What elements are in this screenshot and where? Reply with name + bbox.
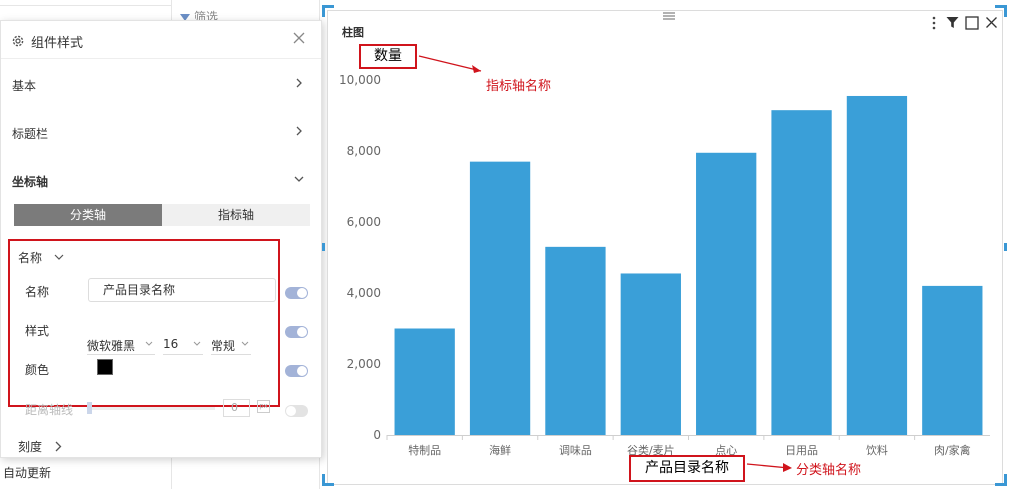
category-axis-name-box: 产品目录名称 bbox=[629, 455, 745, 482]
close-icon[interactable] bbox=[985, 16, 998, 29]
distance-slider-track[interactable] bbox=[88, 407, 215, 410]
distance-label: 距离轴线 bbox=[25, 403, 74, 417]
y-tick-label: 2,000 bbox=[347, 357, 381, 371]
bar[interactable] bbox=[469, 161, 531, 435]
resize-corner-bottom-right[interactable] bbox=[995, 474, 1007, 486]
distance-unit: px bbox=[257, 400, 270, 413]
name-toggle[interactable] bbox=[285, 287, 308, 299]
y-tick-label: 10,000 bbox=[339, 73, 381, 87]
resize-corner-bottom-left[interactable] bbox=[322, 474, 334, 486]
section-title-bar[interactable]: 标题栏 bbox=[1, 121, 321, 145]
panel-header: 组件样式 bbox=[1, 21, 321, 59]
chevron-right-icon bbox=[296, 78, 302, 88]
bar[interactable] bbox=[620, 273, 681, 435]
y-axis: 0 2,000 4,000 6,000 8,000 10,000 bbox=[339, 73, 381, 442]
bar-chart: 02,0004,0006,0008,00010,000 特制品 海鲜 调味品 谷类/麦… bbox=[339, 73, 990, 457]
value-axis-arrow bbox=[418, 55, 482, 73]
distance-input[interactable]: 0 bbox=[223, 399, 250, 417]
distance-toggle[interactable] bbox=[285, 405, 308, 417]
section-title-bar-label: 标题栏 bbox=[12, 127, 49, 141]
tab-value-axis[interactable]: 指标轴 bbox=[162, 204, 310, 226]
category-axis-note: 分类轴名称 bbox=[796, 463, 862, 478]
x-tick-label: 特制品 bbox=[408, 443, 441, 457]
auto-update-label[interactable]: 自动更新 bbox=[3, 464, 51, 481]
maximize-icon[interactable] bbox=[965, 16, 979, 30]
more-options-icon[interactable] bbox=[931, 16, 937, 30]
chevron-right-icon bbox=[296, 126, 302, 136]
close-icon[interactable] bbox=[291, 30, 307, 46]
y-tick-label: 4,000 bbox=[347, 286, 381, 300]
scale-section-label[interactable]: 刻度 bbox=[18, 438, 42, 455]
x-axis: 特制品 海鲜 调味品 谷类/麦片 点心 日用品 饮料 肉/家禽 bbox=[386, 435, 990, 457]
bar[interactable] bbox=[545, 246, 606, 435]
left-sidebar-top-divider bbox=[0, 0, 172, 6]
bar[interactable] bbox=[922, 285, 983, 435]
x-tick-label: 日用品 bbox=[785, 444, 818, 457]
y-tick-label: 0 bbox=[373, 428, 381, 442]
bar[interactable] bbox=[394, 328, 455, 436]
x-tick-label: 海鲜 bbox=[489, 443, 511, 457]
category-axis-arrow bbox=[746, 463, 792, 472]
chevron-down-icon bbox=[294, 176, 304, 182]
bar[interactable] bbox=[771, 110, 832, 436]
x-tick-label: 饮料 bbox=[866, 443, 888, 457]
bar[interactable] bbox=[846, 95, 908, 435]
bar[interactable] bbox=[696, 152, 757, 435]
y-tick-label: 6,000 bbox=[347, 215, 381, 229]
section-basic-label: 基本 bbox=[12, 79, 37, 93]
x-tick-label: 调味品 bbox=[559, 444, 592, 457]
tab-category-axis[interactable]: 分类轴 bbox=[14, 204, 162, 226]
axis-tabs: 分类轴 指标轴 bbox=[14, 204, 310, 226]
name-settings-highlight bbox=[8, 239, 280, 407]
section-axis-label: 坐标轴 bbox=[12, 175, 49, 189]
gear-icon bbox=[12, 35, 24, 47]
panel-title: 组件样式 bbox=[31, 36, 84, 51]
drag-handle-icon[interactable] bbox=[663, 12, 675, 20]
style-toggle[interactable] bbox=[285, 326, 308, 338]
section-axis[interactable]: 坐标轴 bbox=[1, 169, 321, 193]
y-tick-label: 8,000 bbox=[347, 144, 381, 158]
x-tick-label: 肉/家禽 bbox=[934, 443, 971, 457]
value-axis-note: 指标轴名称 bbox=[486, 79, 552, 94]
distance-slider-handle[interactable] bbox=[87, 402, 92, 414]
filter-icon[interactable] bbox=[946, 16, 959, 29]
section-basic[interactable]: 基本 bbox=[1, 73, 321, 97]
card-title: 柱图 bbox=[342, 26, 364, 39]
component-style-panel: 组件样式 基本 标题栏 坐标轴 分类轴 指标轴 名称 名称 产品目录名称 样式 … bbox=[0, 20, 322, 458]
resize-handle-left[interactable] bbox=[322, 243, 325, 251]
value-axis-name-box: 数量 bbox=[359, 44, 417, 69]
bars bbox=[394, 95, 983, 436]
resize-corner-top-left[interactable] bbox=[322, 5, 334, 17]
resize-handle-right[interactable] bbox=[1004, 243, 1007, 251]
color-toggle[interactable] bbox=[285, 365, 308, 377]
chevron-right-icon[interactable] bbox=[55, 441, 62, 452]
